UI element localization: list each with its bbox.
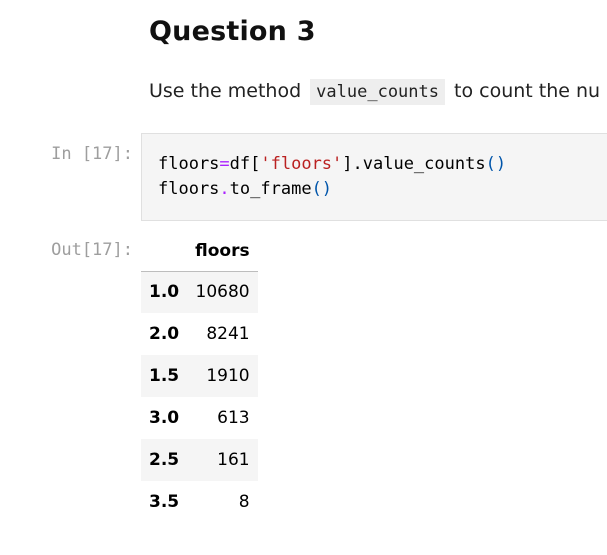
code-line-1: floors=df['floors'].value_counts() xyxy=(158,154,506,174)
code-line-2: floors.to_frame() xyxy=(158,179,332,199)
code-token-df: df[ xyxy=(229,154,261,174)
code-token-method: ].value_counts xyxy=(342,154,486,174)
table-cell-value: 161 xyxy=(217,450,250,470)
table-cell-value: 8 xyxy=(238,492,250,512)
notebook-page: Question 3 Use the method value_counts t… xyxy=(0,0,607,555)
question-heading: Question 3 xyxy=(149,16,316,47)
table-cell-value: 10680 xyxy=(195,282,250,303)
code-token-var: floors xyxy=(158,179,220,199)
table-index-header xyxy=(141,231,188,272)
table-row-index: 2.5 xyxy=(149,450,180,470)
code-token-method: to_frame xyxy=(229,179,312,199)
table-row: 2.0 8241 xyxy=(141,313,258,355)
code-token-var: floors xyxy=(158,154,220,174)
table-row: 2.5 161 xyxy=(141,439,258,481)
output-prompt: Out[17]: xyxy=(51,240,133,260)
inline-code-value-counts: value_counts xyxy=(310,79,445,105)
code-token-string: 'floors' xyxy=(260,154,343,174)
code-token-assign: = xyxy=(219,154,230,174)
table-row: 3.5 8 xyxy=(141,481,258,523)
table-row-index: 1.0 xyxy=(149,282,180,303)
output-dataframe: floors 1.0 10680 2.0 8241 1.5 1910 3.0 6… xyxy=(141,231,258,523)
table-row-index: 2.0 xyxy=(149,324,180,344)
table-row: 1.5 1910 xyxy=(141,355,258,397)
table-row-index: 3.5 xyxy=(149,492,180,512)
question-text-start: Use the method xyxy=(149,80,308,102)
table-cell-value: 613 xyxy=(217,408,250,428)
table-cell-value: 8241 xyxy=(206,324,250,344)
code-cell-editor[interactable]: floors=df['floors'].value_counts() floor… xyxy=(141,133,607,221)
table-row: 1.0 10680 xyxy=(141,271,258,313)
table-header-row: floors xyxy=(141,231,258,272)
input-prompt: In [17]: xyxy=(51,144,133,164)
table-row: 3.0 613 xyxy=(141,397,258,439)
table-row-index: 3.0 xyxy=(149,408,180,428)
code-token-parens: () xyxy=(485,154,507,174)
code-token-dot: . xyxy=(219,179,230,199)
table-row-index: 1.5 xyxy=(149,366,180,386)
table-cell-value: 1910 xyxy=(206,366,250,386)
code-token-parens: () xyxy=(311,179,333,199)
question-text-end: to count the nu xyxy=(448,80,601,102)
question-text: Use the method value_counts to count the… xyxy=(149,77,600,106)
table-column-header: floors xyxy=(187,231,258,272)
